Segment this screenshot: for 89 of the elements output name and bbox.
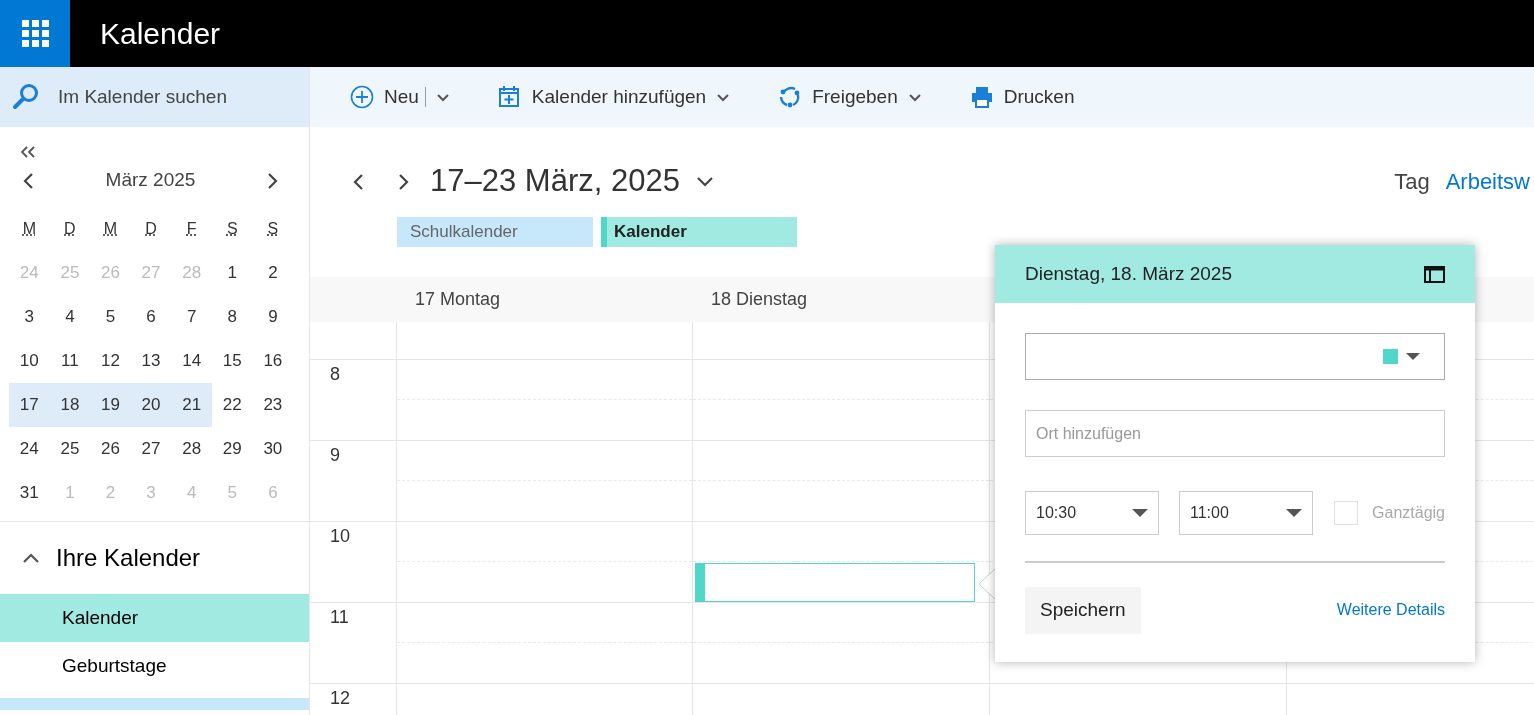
weekday-label: S bbox=[226, 220, 238, 237]
toolbar-button[interactable]: Freigeben bbox=[778, 82, 922, 112]
date-cell[interactable]: 22 bbox=[211, 383, 253, 427]
date-cell[interactable]: 29 bbox=[211, 427, 253, 471]
date-cell[interactable]: 3 bbox=[9, 295, 50, 339]
calendar-list-item[interactable]: Kalender bbox=[0, 594, 309, 642]
date-cell[interactable]: 9 bbox=[252, 295, 294, 339]
day-header: 17 Montag bbox=[414, 288, 502, 311]
view-link[interactable]: Arbeitsw bbox=[1445, 164, 1530, 198]
grid-icon bbox=[21, 20, 49, 47]
dropdown-arrow-icon bbox=[1406, 353, 1420, 360]
chevron-right-icon bbox=[398, 172, 410, 191]
weekday-label: D bbox=[64, 220, 76, 237]
app-title: Kalender bbox=[99, 16, 221, 52]
chevron-left-icon bbox=[352, 172, 364, 191]
date-cell[interactable]: 12 bbox=[90, 339, 131, 383]
search-icon bbox=[12, 83, 40, 111]
chevron-right-icon bbox=[267, 171, 279, 190]
start-time-dropdown[interactable]: 10:30 bbox=[1025, 491, 1159, 535]
calendar-tag[interactable]: Kalender bbox=[601, 217, 797, 247]
chevron-down-icon bbox=[435, 92, 450, 102]
calendar-list-item[interactable]: Geburtstage bbox=[0, 642, 309, 690]
printer-icon bbox=[969, 85, 994, 109]
date-cell[interactable]: 6 bbox=[130, 295, 172, 339]
search-field[interactable]: Im Kalender suchen bbox=[56, 81, 296, 113]
date-cell[interactable]: 5 bbox=[90, 295, 131, 339]
title-field[interactable] bbox=[1025, 333, 1445, 380]
date-cell[interactable]: 13 bbox=[130, 339, 172, 383]
date-cell[interactable]: 16 bbox=[252, 339, 294, 383]
date-cell[interactable]: 17 bbox=[9, 383, 50, 427]
chevron-down-icon bbox=[907, 92, 922, 102]
hour-label: 9 bbox=[329, 444, 341, 467]
date-cell[interactable]: 30 bbox=[252, 427, 294, 471]
date-cell[interactable]: 14 bbox=[171, 339, 212, 383]
date-cell[interactable]: 11 bbox=[49, 339, 91, 383]
date-cell[interactable]: 21 bbox=[171, 383, 212, 427]
chevron-down-icon bbox=[695, 174, 714, 188]
date-cell[interactable]: 24 bbox=[9, 427, 50, 471]
window-icon bbox=[1424, 266, 1445, 284]
chevron-left-icon bbox=[22, 171, 34, 190]
weekday-label: M bbox=[103, 220, 118, 237]
date-cell[interactable]: 28 bbox=[171, 427, 212, 471]
all-day-checkbox[interactable] bbox=[1334, 501, 1359, 525]
chevron-down-icon bbox=[716, 92, 731, 102]
date-cell[interactable]: 7 bbox=[171, 295, 212, 339]
date-cell[interactable]: 10 bbox=[9, 339, 50, 383]
save-button[interactable]: Speichern bbox=[1025, 587, 1141, 634]
all-day-label: Ganztägig bbox=[1372, 503, 1445, 523]
hour-label: 10 bbox=[329, 525, 352, 548]
end-time-dropdown[interactable]: 11:00 bbox=[1179, 491, 1313, 535]
plus-circle-icon bbox=[350, 85, 374, 109]
date-cell[interactable]: 1 bbox=[211, 251, 253, 295]
new-split-button[interactable]: Neu bbox=[350, 82, 450, 112]
location-field[interactable]: Ort hinzufügen bbox=[1025, 410, 1445, 457]
date-cell[interactable]: 18 bbox=[49, 383, 91, 427]
date-cell[interactable]: 2 bbox=[252, 251, 294, 295]
month-title: März 2025 bbox=[105, 167, 196, 192]
weekday-label: S bbox=[267, 220, 279, 237]
toolbar-button[interactable]: Drucken bbox=[969, 82, 1075, 112]
hour-label: 12 bbox=[329, 687, 352, 710]
more-details-link[interactable]: Weitere Details bbox=[1336, 598, 1445, 623]
date-cell[interactable]: 27 bbox=[130, 427, 172, 471]
date-range-dropdown[interactable]: 17–23 März, 2025 bbox=[430, 157, 714, 205]
date-cell[interactable]: 8 bbox=[211, 295, 253, 339]
popup-date: Dienstag, 18. März 2025 bbox=[1025, 261, 1232, 286]
dropdown-arrow-icon bbox=[1286, 509, 1302, 517]
toolbar-button[interactable]: Kalender hinzufügen bbox=[497, 82, 731, 112]
date-cell[interactable]: 23 bbox=[252, 383, 294, 427]
double-chevron-left-icon bbox=[20, 144, 36, 159]
date-cell[interactable]: 31 bbox=[9, 471, 50, 515]
weekday-label: D bbox=[145, 220, 157, 237]
date-cell[interactable]: 20 bbox=[130, 383, 172, 427]
calendar-tag[interactable]: Schulkalender bbox=[397, 217, 593, 247]
date-cell[interactable]: 15 bbox=[211, 339, 253, 383]
search-bar[interactable]: Im Kalender suchen bbox=[0, 67, 309, 127]
hour-label: 11 bbox=[329, 606, 350, 629]
calendar-plus-icon bbox=[497, 85, 522, 109]
date-cell[interactable]: 4 bbox=[49, 295, 91, 339]
weekday-label: M bbox=[22, 220, 36, 237]
app-launcher-button[interactable] bbox=[0, 0, 70, 67]
weekday-label: F bbox=[186, 220, 197, 237]
hour-label: 8 bbox=[329, 363, 341, 386]
color-swatch bbox=[1383, 349, 1398, 364]
view-link[interactable]: Tag bbox=[1394, 164, 1430, 198]
date-cell[interactable]: 19 bbox=[90, 383, 131, 427]
dropdown-arrow-icon bbox=[1132, 509, 1148, 517]
date-cell[interactable]: 25 bbox=[49, 427, 91, 471]
day-header: 18 Dienstag bbox=[710, 288, 809, 311]
date-cell[interactable]: 26 bbox=[90, 427, 131, 471]
